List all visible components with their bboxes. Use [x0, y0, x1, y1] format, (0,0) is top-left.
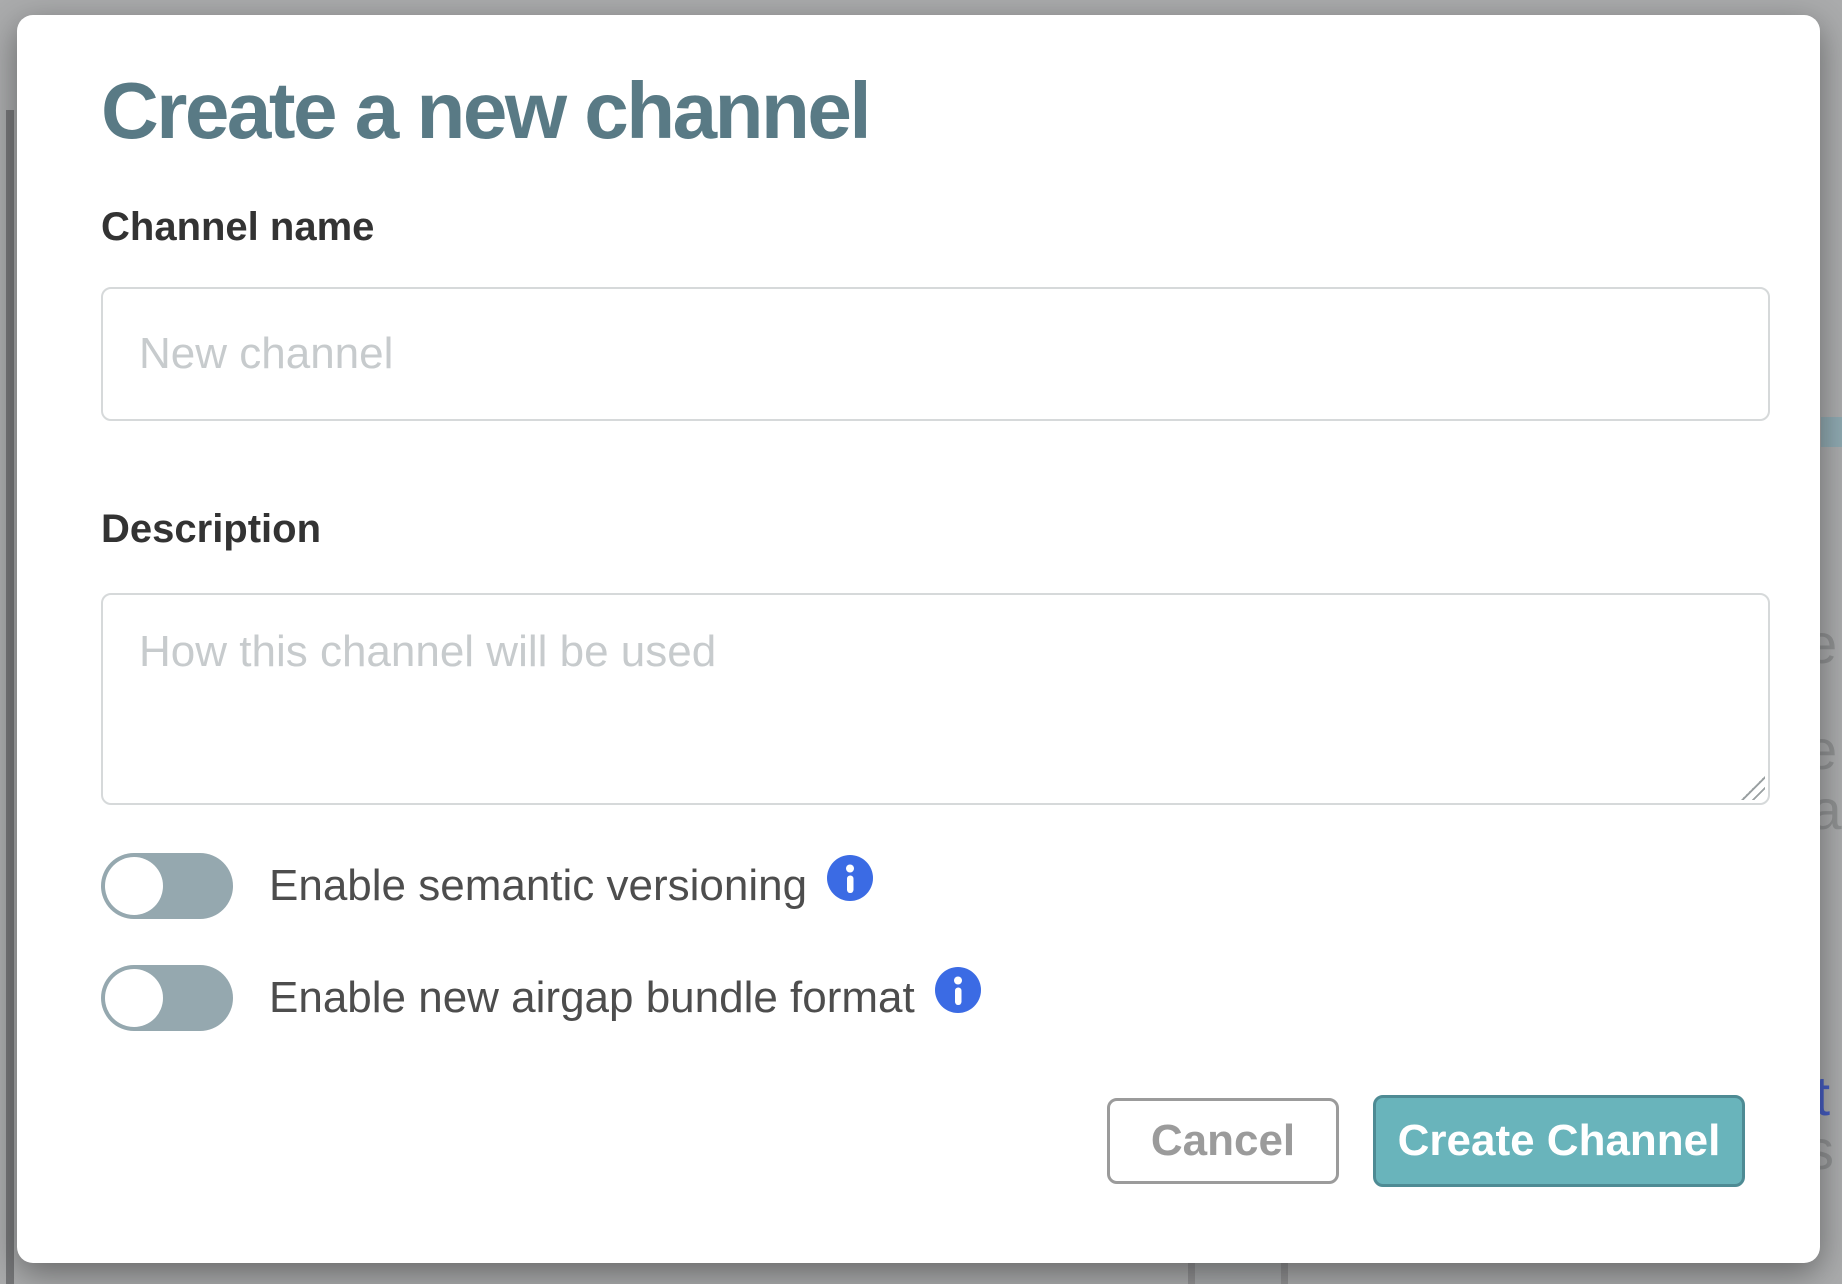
- airgap-bundle-label: Enable new airgap bundle format: [269, 976, 915, 1020]
- toggle-knob: [105, 969, 163, 1027]
- channel-name-input[interactable]: [101, 287, 1770, 421]
- background-teal-fragment: [1821, 417, 1842, 447]
- info-icon[interactable]: [935, 967, 981, 1013]
- background-table-border: [1281, 1263, 1288, 1284]
- background-page-edge: [6, 110, 14, 1284]
- info-icon[interactable]: [827, 855, 873, 901]
- cancel-button[interactable]: Cancel: [1107, 1098, 1339, 1184]
- background-table-border: [1188, 1263, 1195, 1284]
- description-label: Description: [101, 509, 321, 549]
- channel-name-label: Channel name: [101, 207, 374, 247]
- create-channel-button[interactable]: Create Channel: [1373, 1095, 1745, 1187]
- background-table-cell: [1195, 1263, 1281, 1284]
- toggle-knob: [105, 857, 163, 915]
- modal-actions: Cancel Create Channel: [1107, 1095, 1745, 1187]
- description-field-wrapper: [101, 593, 1770, 805]
- airgap-bundle-toggle[interactable]: [101, 965, 233, 1031]
- create-channel-modal: Create a new channel Channel name Descri…: [17, 15, 1820, 1263]
- screen: e e ia it s Create a new channel Channel…: [0, 0, 1842, 1284]
- toggle-row-airgap-bundle: Enable new airgap bundle format: [101, 963, 981, 1033]
- semantic-versioning-toggle[interactable]: [101, 853, 233, 919]
- toggle-row-semantic-versioning: Enable semantic versioning: [101, 851, 873, 921]
- semantic-versioning-label: Enable semantic versioning: [269, 864, 807, 908]
- description-textarea[interactable]: [101, 593, 1770, 805]
- modal-title: Create a new channel: [101, 71, 869, 151]
